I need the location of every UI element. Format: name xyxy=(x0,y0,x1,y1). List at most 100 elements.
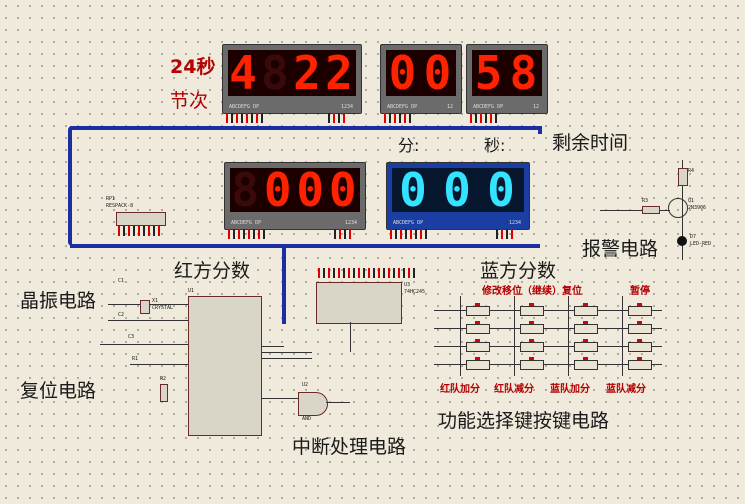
seconds-display: 5 8 ABCDEFG DP 12 xyxy=(466,44,548,114)
red-sub-label: 红队减分 xyxy=(494,384,534,395)
pin-row xyxy=(384,113,411,123)
period-label: 节次 xyxy=(170,90,209,112)
red-score-display: 8 0 0 0 ABCDEFG DP 1234 xyxy=(224,162,366,230)
red-score-digit-4: 0 xyxy=(328,163,359,217)
key-button[interactable] xyxy=(574,339,598,352)
pin-row xyxy=(496,229,513,239)
bus-left-vertical xyxy=(68,126,72,246)
red-add-label: 红队加分 xyxy=(440,384,480,395)
blue-score-digit-3: 0 xyxy=(487,163,517,217)
u1-bus-lines xyxy=(262,358,312,359)
c1-label: C1 xyxy=(118,278,125,284)
u2-wire xyxy=(262,398,298,399)
u1-bus-lines xyxy=(262,352,312,353)
blue-score-digit-1: 0 xyxy=(399,163,429,217)
c2-label: C2 xyxy=(118,312,125,318)
bus-bottom xyxy=(70,244,540,248)
key-button[interactable] xyxy=(520,357,544,370)
u1-microcontroller xyxy=(188,296,262,436)
pin-row xyxy=(226,113,263,123)
u2-sublabel: AND xyxy=(302,416,312,422)
modify-move-reset-label: 修改移位（继续）复位 xyxy=(482,286,582,297)
blue-score-label: 蓝方分数 xyxy=(480,260,557,282)
key-button[interactable] xyxy=(520,303,544,316)
q1-label: Q1 xyxy=(688,198,695,204)
d7-label: D7 xyxy=(690,234,697,240)
rp1-label: RP1 xyxy=(106,196,116,202)
x1-crystal xyxy=(140,300,150,314)
red-score-digit-1: 8 xyxy=(231,163,262,217)
pin-row xyxy=(390,229,427,239)
x1-sublabel: CRYSTAL xyxy=(152,305,174,311)
minutes-label: 分: xyxy=(398,136,420,155)
bus-up-to-top xyxy=(538,128,542,134)
key-col-wire xyxy=(568,296,569,376)
u1-bus-lines xyxy=(262,346,284,347)
pin-label: ABCDEFG DP xyxy=(231,220,262,226)
key-col-wire xyxy=(622,296,623,376)
key-button[interactable] xyxy=(466,303,490,316)
key-button[interactable] xyxy=(466,339,490,352)
alarm-circuit-label: 报警电路 xyxy=(582,238,659,260)
u3-wire xyxy=(350,322,351,352)
pin-label: 12 xyxy=(532,104,539,110)
blue-score-display: 0 0 0 ABCDEFG DP 1234 xyxy=(386,162,530,230)
x1-label: X1 xyxy=(152,298,159,304)
blue-score-digit-2: 0 xyxy=(443,163,473,217)
pin-label: ABCDEFG DP xyxy=(473,104,504,110)
q1-sublabel: 2N3906 xyxy=(688,205,707,211)
u2-and-gate xyxy=(298,392,328,416)
r3-label: R3 xyxy=(642,198,649,204)
remaining-time-label: 剩余时间 xyxy=(552,132,629,154)
key-button[interactable] xyxy=(520,321,544,334)
c3-label: C3 xyxy=(128,334,135,340)
r1-label: R1 xyxy=(132,356,139,362)
key-button[interactable] xyxy=(628,357,652,370)
pin-row xyxy=(118,226,160,236)
key-button[interactable] xyxy=(628,321,652,334)
rp1-resistor-pack xyxy=(116,212,166,226)
d7-led xyxy=(677,236,687,246)
reset-wire xyxy=(130,364,190,365)
r2-label: R2 xyxy=(160,376,167,382)
pause-label: 暂停 xyxy=(630,286,650,297)
reset-wire xyxy=(100,344,190,345)
shot-clock-label: 24秒 xyxy=(170,56,216,78)
pin-row xyxy=(334,229,351,239)
pin-row xyxy=(318,268,415,278)
minutes-display: 0 0 ABCDEFG DP 12 xyxy=(380,44,462,114)
seconds-digit-1: 5 xyxy=(474,46,505,100)
key-col-wire xyxy=(460,296,461,376)
pin-label: 1234 xyxy=(344,220,357,226)
key-button[interactable] xyxy=(466,357,490,370)
shot-period-digit-2: 8 xyxy=(261,46,291,100)
crystal-circuit-label: 晶振电路 xyxy=(20,290,97,312)
pin-row xyxy=(470,113,497,123)
key-col-wire xyxy=(514,296,515,376)
key-button[interactable] xyxy=(574,357,598,370)
bus-top xyxy=(70,126,542,130)
key-button[interactable] xyxy=(574,303,598,316)
key-button[interactable] xyxy=(520,339,544,352)
shot-period-display: 4 8 2 2 ABCDEFG DP 1234 xyxy=(222,44,362,114)
shot-period-digit-3: 2 xyxy=(293,46,323,100)
key-button[interactable] xyxy=(628,339,652,352)
rp1-sublabel: RESPACK-8 xyxy=(106,203,134,209)
key-button[interactable] xyxy=(466,321,490,334)
seconds-digit-2: 8 xyxy=(509,46,540,100)
u3-sublabel: 74HC245 xyxy=(404,289,426,295)
u2-label: U2 xyxy=(302,382,309,388)
key-button[interactable] xyxy=(628,303,652,316)
pin-label: ABCDEFG DP xyxy=(393,220,424,226)
u3-driver xyxy=(316,282,402,324)
minutes-digit-1: 0 xyxy=(388,46,419,100)
seconds-label: 秒: xyxy=(484,136,506,155)
key-button[interactable] xyxy=(574,321,598,334)
bus-drop-to-u1 xyxy=(282,244,286,324)
reset-circuit-label: 复位电路 xyxy=(20,380,97,402)
r3-resistor xyxy=(642,206,660,214)
u3-label: U3 xyxy=(404,282,411,288)
pin-label: ABCDEFG DP xyxy=(387,104,418,110)
pin-row xyxy=(328,113,345,123)
blue-sub-label: 蓝队减分 xyxy=(606,384,646,395)
